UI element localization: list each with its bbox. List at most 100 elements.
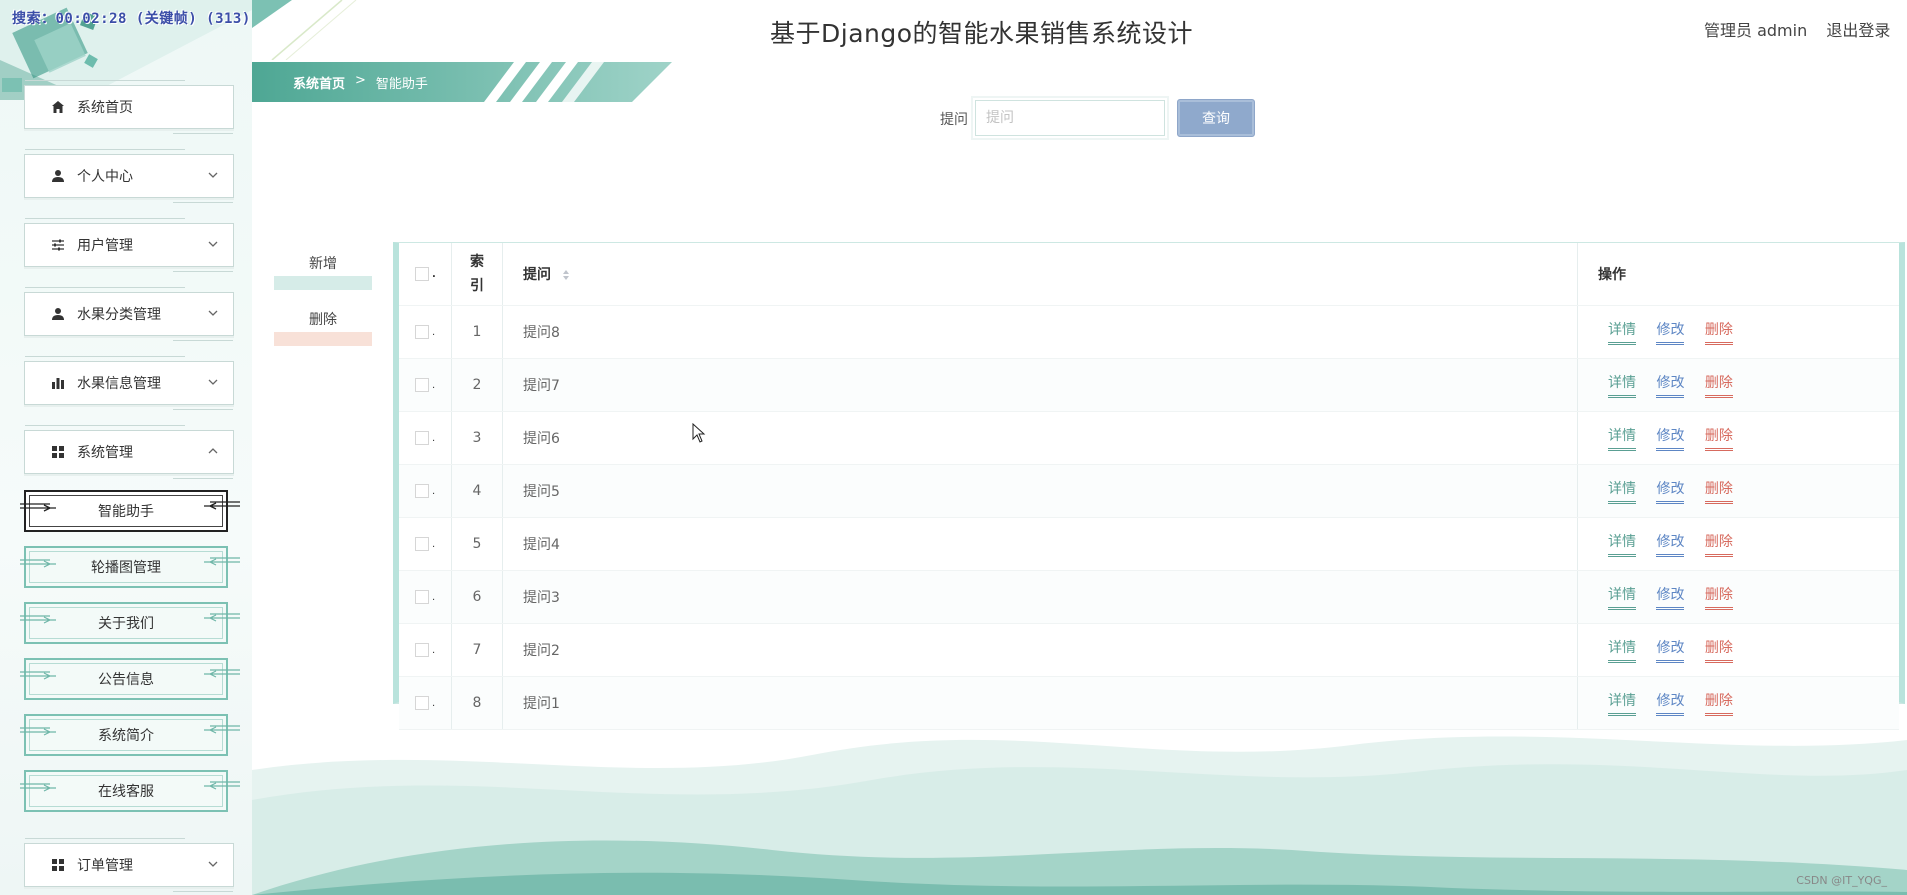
- delete-link[interactable]: 删除: [1704, 319, 1733, 345]
- sidebar-subitem-about-us[interactable]: 关于我们: [20, 602, 240, 644]
- sidebar-item-label: 订单管理: [77, 858, 133, 874]
- row-question: 提问6: [502, 411, 1578, 465]
- checkbox[interactable]: [415, 590, 429, 604]
- sidebar-subitem-label: 关于我们: [98, 616, 154, 632]
- edit-link[interactable]: 修改: [1656, 637, 1685, 663]
- sidebar-subitem-online-service[interactable]: 在线客服: [20, 770, 240, 812]
- checkbox[interactable]: [415, 643, 429, 657]
- add-button-label: 新增: [309, 256, 337, 272]
- sort-icon[interactable]: [562, 269, 570, 281]
- sidebar-subitem-carousel[interactable]: 轮播图管理: [20, 546, 240, 588]
- edit-link[interactable]: 修改: [1656, 319, 1685, 345]
- row-select[interactable]: .: [399, 411, 452, 465]
- row-question: 提问2: [502, 623, 1578, 677]
- row-select[interactable]: .: [399, 358, 452, 412]
- header-index: 索引: [451, 243, 503, 306]
- delete-button-underline: [274, 332, 372, 346]
- row-index: 2: [451, 358, 503, 412]
- delete-link[interactable]: 删除: [1704, 425, 1733, 451]
- breadcrumb: 系统首页 > 智能助手: [252, 62, 672, 102]
- detail-link[interactable]: 详情: [1608, 372, 1636, 398]
- arrow-decoration-icon: [20, 559, 56, 568]
- chevron-down-icon: [208, 241, 218, 247]
- breadcrumb-home-link[interactable]: 系统首页: [293, 73, 345, 92]
- sidebar-subitem-label: 智能助手: [98, 504, 154, 520]
- question-table: . 索引 提问 操作 . 1 提问8 详情 修改 删除 . 2 提问7 详情 修…: [393, 242, 1905, 730]
- row-index: 1: [451, 305, 503, 359]
- row-select[interactable]: .: [399, 464, 452, 518]
- row-index: 3: [451, 411, 503, 465]
- checkbox[interactable]: [415, 537, 429, 551]
- checkbox[interactable]: [415, 325, 429, 339]
- checkbox[interactable]: [415, 484, 429, 498]
- row-index: 6: [451, 570, 503, 624]
- arrow-decoration-icon: [204, 781, 240, 790]
- edit-link[interactable]: 修改: [1656, 531, 1685, 557]
- delete-link[interactable]: 删除: [1704, 637, 1733, 663]
- header-decoration: [252, 0, 357, 60]
- row-select[interactable]: .: [399, 517, 452, 571]
- question-search-input[interactable]: [971, 96, 1169, 140]
- chevron-down-icon: [208, 379, 218, 385]
- grid-icon: [49, 856, 67, 874]
- sidebar-subitem-system-intro[interactable]: 系统简介: [20, 714, 240, 756]
- sidebar-subitem-announcements[interactable]: 公告信息: [20, 658, 240, 700]
- sidebar-item-order-management[interactable]: 订单管理: [24, 838, 234, 892]
- detail-link[interactable]: 详情: [1608, 478, 1636, 504]
- delete-link[interactable]: 删除: [1704, 531, 1733, 557]
- header-select-all[interactable]: .: [399, 243, 452, 306]
- add-button[interactable]: 新增: [274, 254, 372, 290]
- detail-link[interactable]: 详情: [1608, 319, 1636, 345]
- add-button-underline: [274, 276, 372, 290]
- delete-link[interactable]: 删除: [1704, 584, 1733, 610]
- current-user-label: 管理员 admin: [1704, 21, 1808, 40]
- bar-chart-icon: [49, 374, 67, 392]
- row-select[interactable]: .: [399, 305, 452, 359]
- sidebar-item-fruit-info[interactable]: 水果信息管理: [24, 356, 234, 410]
- page-title: 基于Django的智能水果销售系统设计: [770, 19, 1194, 48]
- header-question[interactable]: 提问: [502, 243, 1578, 306]
- checkbox[interactable]: [415, 378, 429, 392]
- sliders-icon: [49, 236, 67, 254]
- sidebar-item-personal-center[interactable]: 个人中心: [24, 149, 234, 203]
- edit-link[interactable]: 修改: [1656, 478, 1685, 504]
- arrow-decoration-icon: [204, 501, 240, 510]
- table-row: . 1 提问8 详情 修改 删除: [399, 305, 1899, 359]
- sidebar-item-fruit-category[interactable]: 水果分类管理: [24, 287, 234, 341]
- delete-link[interactable]: 删除: [1704, 372, 1733, 398]
- arrow-decoration-icon: [20, 503, 56, 512]
- delete-button-label: 删除: [309, 312, 337, 328]
- sidebar-item-system-management[interactable]: 系统管理: [24, 425, 234, 479]
- arrow-decoration-icon: [20, 615, 56, 624]
- row-select[interactable]: .: [399, 623, 452, 677]
- edit-link[interactable]: 修改: [1656, 372, 1685, 398]
- row-select[interactable]: .: [399, 570, 452, 624]
- row-index: 7: [451, 623, 503, 677]
- video-watermark: 搜索：00:02:28 (关键帧) (313): [12, 11, 251, 27]
- logout-link[interactable]: 退出登录: [1826, 21, 1890, 40]
- row-question: 提问8: [502, 305, 1578, 359]
- checkbox[interactable]: [415, 267, 429, 281]
- detail-link[interactable]: 详情: [1608, 531, 1636, 557]
- query-button[interactable]: 查询: [1177, 99, 1255, 137]
- user-icon: [49, 305, 67, 323]
- checkbox[interactable]: [415, 431, 429, 445]
- batch-delete-button[interactable]: 删除: [274, 310, 372, 346]
- sidebar-item-user-management[interactable]: 用户管理: [24, 218, 234, 272]
- table-row: . 6 提问3 详情 修改 删除: [399, 570, 1899, 624]
- detail-link[interactable]: 详情: [1608, 637, 1636, 663]
- sidebar-subitem-smart-assistant[interactable]: 智能助手: [20, 490, 240, 532]
- edit-link[interactable]: 修改: [1656, 584, 1685, 610]
- table-row: . 4 提问5 详情 修改 删除: [399, 464, 1899, 518]
- header-ops: 操作: [1577, 243, 1899, 306]
- detail-link[interactable]: 详情: [1608, 425, 1636, 451]
- edit-link[interactable]: 修改: [1656, 425, 1685, 451]
- delete-link[interactable]: 删除: [1704, 478, 1733, 504]
- detail-link[interactable]: 详情: [1608, 584, 1636, 610]
- sidebar-item-home[interactable]: 系统首页: [24, 80, 234, 134]
- sidebar-item-label: 水果信息管理: [77, 376, 161, 392]
- sidebar-item-label: 用户管理: [77, 238, 133, 254]
- row-actions: 详情 修改 删除: [1577, 358, 1899, 412]
- row-question: 提问4: [502, 517, 1578, 571]
- arrow-decoration-icon: [20, 671, 56, 680]
